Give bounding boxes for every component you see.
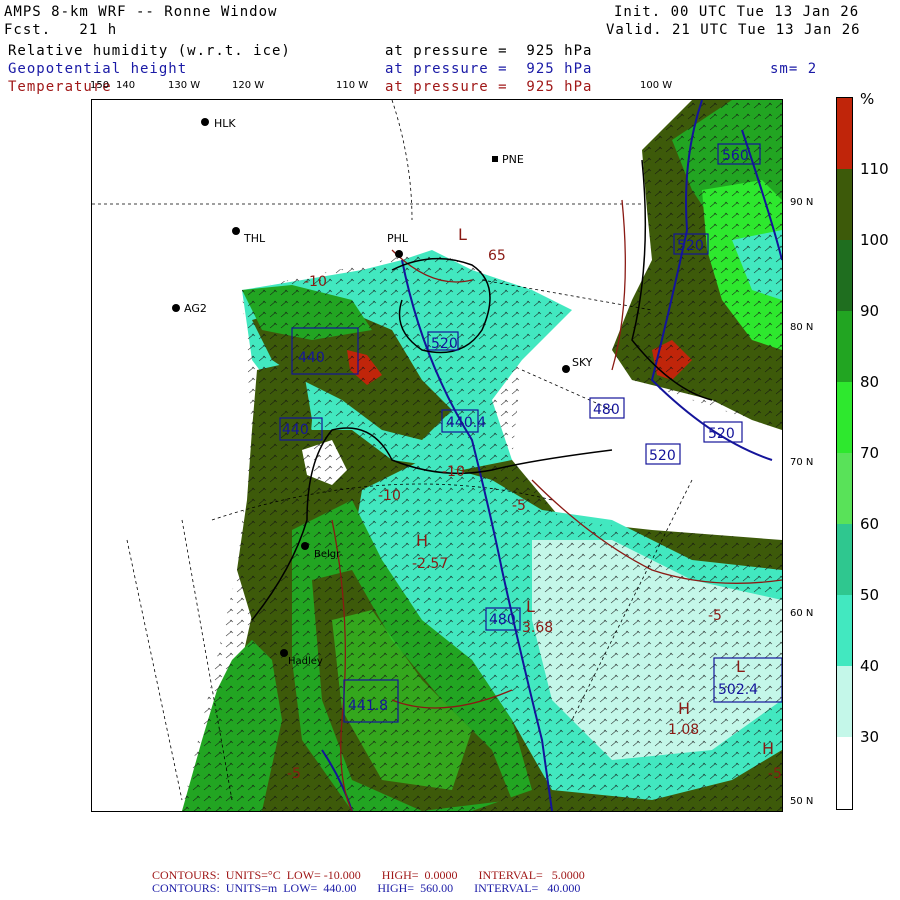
temp-label: -5 bbox=[287, 766, 301, 782]
station-label: SKY bbox=[572, 356, 593, 369]
extremum-value: -2.57 bbox=[412, 556, 448, 572]
colorbar-label: 100 bbox=[860, 231, 889, 249]
map-title: AMPS 8-km WRF -- Ronne Window bbox=[4, 4, 278, 20]
valid-time: Valid. 21 UTC Tue 13 Jan 26 bbox=[606, 22, 861, 38]
colorbar-segment bbox=[837, 524, 852, 595]
extremum-value: 1.08 bbox=[668, 722, 699, 738]
temp-label: -10 bbox=[304, 274, 327, 290]
colorbar-segment bbox=[837, 382, 852, 453]
lon-label: 120 W bbox=[232, 80, 265, 91]
height-label: 480 bbox=[489, 612, 516, 628]
extremum-marker: L bbox=[458, 225, 467, 244]
lat-label: 70 N bbox=[790, 457, 814, 468]
extremum-value: 3.68 bbox=[522, 620, 553, 636]
colorbar-unit: % bbox=[860, 90, 875, 108]
extremum-value: 65 bbox=[488, 248, 506, 264]
temp-label: -10 bbox=[442, 464, 465, 480]
extremum-marker: H bbox=[762, 739, 774, 758]
extremum-marker: H bbox=[416, 531, 428, 550]
colorbar-segment bbox=[837, 311, 852, 382]
height-label: 440 bbox=[298, 350, 325, 366]
temp-label: -5 bbox=[768, 766, 782, 782]
extremum-marker: L bbox=[736, 657, 745, 676]
colorbar bbox=[836, 97, 853, 810]
colorbar-label: 50 bbox=[860, 586, 880, 604]
colorbar-segment bbox=[837, 240, 852, 311]
lon-label: 110 W bbox=[336, 80, 369, 91]
height-label: 440 bbox=[282, 422, 309, 438]
footer-height-contours: CONTOURS: UNITS=m LOW= 440.00 HIGH= 560.… bbox=[152, 881, 581, 895]
temp-label: -10 bbox=[378, 488, 401, 504]
height-label: 480 bbox=[593, 402, 620, 418]
lon-label: 130 W bbox=[168, 80, 201, 91]
lat-label: 50 N bbox=[790, 796, 814, 807]
temp-label: -5 bbox=[708, 608, 722, 624]
colorbar-label: 70 bbox=[860, 444, 880, 462]
station-label: AG2 bbox=[184, 302, 207, 315]
lat-label: 90 N bbox=[790, 197, 814, 208]
colorbar-label: 80 bbox=[860, 373, 880, 391]
colorbar-segment bbox=[837, 98, 852, 169]
height-label: 520 bbox=[677, 238, 704, 254]
extremum-marker: H bbox=[678, 699, 690, 718]
colorbar-segment bbox=[837, 595, 852, 666]
field-rh: Relative humidity (w.r.t. ice) bbox=[8, 43, 291, 59]
colorbar-segment bbox=[837, 453, 852, 524]
height-label: 441.8 bbox=[348, 698, 388, 714]
colorbar-label: 110 bbox=[860, 160, 889, 178]
colorbar-segment bbox=[837, 737, 852, 809]
lon-label: 140 bbox=[116, 80, 136, 91]
height-label: 520 bbox=[649, 448, 676, 464]
lat-label: 80 N bbox=[790, 322, 814, 333]
colorbar-label: 90 bbox=[860, 302, 880, 320]
height-label: 520 bbox=[431, 336, 458, 352]
pressure-rh: at pressure = 925 hPa bbox=[385, 43, 593, 59]
colorbar-label: 40 bbox=[860, 657, 880, 675]
colorbar-label: 30 bbox=[860, 728, 880, 746]
lat-label: 60 N bbox=[790, 608, 814, 619]
station-label: PHL bbox=[387, 232, 409, 245]
extremum-marker: L bbox=[526, 597, 535, 616]
forecast-hour: Fcst. 21 h bbox=[4, 22, 118, 38]
colorbar-segment bbox=[837, 666, 852, 737]
graticule-meridian-sw bbox=[126, 539, 183, 801]
station-label: THL bbox=[243, 232, 266, 245]
lon-label: 100 W bbox=[640, 80, 673, 91]
height-label: 520 bbox=[708, 426, 735, 442]
height-label: 440.4 bbox=[446, 415, 486, 431]
height-label: 502.4 bbox=[718, 682, 758, 698]
graticule-meridian bbox=[391, 100, 413, 221]
init-time: Init. 00 UTC Tue 13 Jan 26 bbox=[614, 4, 860, 20]
lon-label: 150 bbox=[90, 80, 110, 91]
colorbar-segment bbox=[837, 169, 852, 240]
pressure-height: at pressure = 925 hPa bbox=[385, 61, 593, 77]
station-label: PNE bbox=[502, 153, 524, 166]
colorbar-label: 60 bbox=[860, 515, 880, 533]
field-height: Geopotential height bbox=[8, 61, 188, 77]
station-label: HLK bbox=[214, 117, 236, 130]
map-canvas: HLK PNE THL PHL AG2 SKY Belgr Hadley 560… bbox=[92, 100, 782, 811]
temp-label: -5 bbox=[512, 498, 526, 514]
height-label: 560 bbox=[722, 148, 749, 164]
station-label: Belgr bbox=[314, 549, 341, 560]
pressure-temp: at pressure = 925 hPa bbox=[385, 79, 593, 95]
map-panel: HLK PNE THL PHL AG2 SKY Belgr Hadley 560… bbox=[91, 99, 783, 812]
smoothing: sm= 2 bbox=[770, 61, 818, 77]
station-label: Hadley bbox=[288, 656, 323, 667]
